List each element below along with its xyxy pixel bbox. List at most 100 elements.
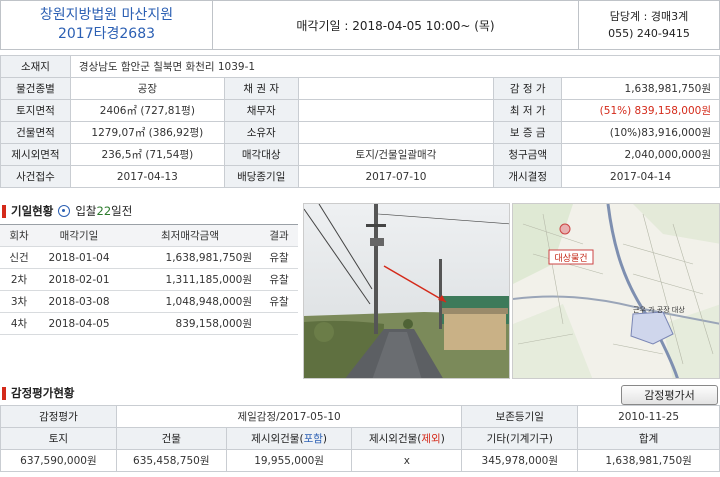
table-row: 2차 2018-02-01 1,311,185,000원 유찰 xyxy=(0,268,298,291)
court-name: 창원지방법원 마산지원 xyxy=(39,7,174,23)
min-price: 839,158,000원 xyxy=(120,312,260,335)
result: 유찰 xyxy=(260,268,298,291)
total-header: 합계 xyxy=(577,427,720,450)
land-area-value: 2406㎡ (727,81평) xyxy=(69,99,225,122)
excluded-mark: 제외 xyxy=(421,433,441,445)
round: 2차 xyxy=(0,268,38,291)
round: 신건 xyxy=(0,246,38,269)
start-value: 2017-04-14 xyxy=(561,165,720,188)
history-header: 매각기일 xyxy=(38,224,120,247)
excluded-prefix: 제시외건물( xyxy=(368,433,422,445)
appraisal-title: 감정평가현황 xyxy=(11,386,75,400)
owner-label: 소유자 xyxy=(223,121,299,144)
creditor-label: 채 권 자 xyxy=(223,77,299,100)
building-value: 635,458,750원 xyxy=(115,449,227,472)
type-value: 공장 xyxy=(69,77,225,100)
clock-icon xyxy=(58,205,71,217)
table-row: 3차 2018-03-08 1,048,948,000원 유찰 xyxy=(0,290,298,313)
owner-value xyxy=(297,121,495,144)
result xyxy=(260,312,298,335)
machinery-header: 기타(기계기구) xyxy=(461,427,579,450)
address-label: 소재지 xyxy=(0,55,71,78)
property-photo-image xyxy=(304,204,509,378)
date: 2018-03-08 xyxy=(38,290,120,313)
min-price: 1,311,185,000원 xyxy=(120,268,260,291)
case-number: 2017타경2683 xyxy=(57,26,156,42)
excluded-header: 제시외건물(제외) xyxy=(351,427,463,450)
type-label: 물건종별 xyxy=(0,77,71,100)
deposit-label: 보 증 금 xyxy=(493,121,563,144)
phone: 055) 240-9415 xyxy=(608,27,690,40)
building-header: 건물 xyxy=(115,427,227,450)
deadline-label: 배당종기일 xyxy=(223,165,299,188)
bid-prefix: 입찰 xyxy=(75,204,97,218)
round: 3차 xyxy=(0,290,38,313)
table-row: 4차 2018-04-05 839,158,000원 xyxy=(0,312,298,335)
appraiser-value: 제일감정/2017-05-10 xyxy=(115,405,463,428)
history-section-title: 기일현황 입찰22일전 xyxy=(2,203,132,219)
date: 2018-04-05 xyxy=(38,312,120,335)
land-header: 토지 xyxy=(0,427,117,450)
included-mark: 포함 xyxy=(303,433,323,445)
contact-block: 담당계 : 경매3계 055) 240-9415 xyxy=(579,1,719,49)
appraiser-label: 감정평가 xyxy=(0,405,117,428)
history-header: 결과 xyxy=(260,224,298,247)
filed-value: 2017-04-13 xyxy=(69,165,225,188)
history-header: 회차 xyxy=(0,224,38,247)
creditor-value xyxy=(297,77,495,100)
section-bar-icon xyxy=(2,386,6,400)
sale-target-label: 매각대상 xyxy=(223,143,299,166)
deadline-value: 2017-07-10 xyxy=(297,165,495,188)
appraisal-value: 1,638,981,750원 xyxy=(561,77,720,100)
land-value: 637,590,000원 xyxy=(0,449,117,472)
included-value: 19,955,000원 xyxy=(225,449,353,472)
min-price: 1,048,948,000원 xyxy=(120,290,260,313)
excluded-area-value: 236,5㎡ (71,54평) xyxy=(69,143,225,166)
deposit-value: (10%)83,916,000원 xyxy=(561,121,720,144)
map-area-label: 근우 가 공장 대상 xyxy=(633,305,685,314)
claim-value: 2,040,000,000원 xyxy=(561,143,720,166)
min-price-label: 최 저 가 xyxy=(493,99,563,122)
date: 2018-01-04 xyxy=(38,246,120,269)
location-map-image: 대상물건 근우 가 공장 대상 xyxy=(513,204,719,378)
map-target-label: 대상물건 xyxy=(554,253,587,264)
bid-countdown: 입찰22일전 xyxy=(75,203,132,219)
appraisal-label: 감 정 가 xyxy=(493,77,563,100)
section-bar-icon xyxy=(2,204,6,218)
included-header: 제시외건물(포함) xyxy=(225,427,353,450)
sale-target-value: 토지/건물일괄매각 xyxy=(297,143,495,166)
history-header: 최저매각금액 xyxy=(120,224,260,247)
history-table: 회차 매각기일 최저매각금액 결과 신건 2018-01-04 1,638,98… xyxy=(0,224,298,335)
appraisal-report-button[interactable]: 감정평가서 xyxy=(621,385,718,405)
bid-suffix: 일전 xyxy=(111,204,133,218)
appraisal-section-title: 감정평가현황 xyxy=(2,385,74,401)
building-area-label: 건물면적 xyxy=(0,121,71,144)
sale-date: 매각기일 : 2018-04-05 10:00~ (목) xyxy=(213,1,579,49)
min-price: 1,638,981,750원 xyxy=(120,246,260,269)
filed-label: 사건접수 xyxy=(0,165,71,188)
claim-label: 청구금액 xyxy=(493,143,563,166)
property-info-table: 소재지 경상남도 함안군 칠북면 화천리 1039-1 물건종별 공장 채 권 … xyxy=(0,55,720,188)
appraisal-table: 감정평가 제일감정/2017-05-10 보존등기일 2010-11-25 토지… xyxy=(0,405,720,472)
case-header: 창원지방법원 마산지원 2017타경2683 매각기일 : 2018-04-05… xyxy=(0,0,720,50)
registration-label: 보존등기일 xyxy=(461,405,579,428)
bid-days: 22 xyxy=(96,204,112,218)
included-close: ) xyxy=(322,433,327,445)
property-photo[interactable] xyxy=(303,203,510,379)
result: 유찰 xyxy=(260,290,298,313)
court-block: 창원지방법원 마산지원 2017타경2683 xyxy=(1,1,213,49)
excluded-close: ) xyxy=(440,433,445,445)
excluded-area-label: 제시외면적 xyxy=(0,143,71,166)
land-area-label: 토지면적 xyxy=(0,99,71,122)
department: 담당계 : 경매3계 xyxy=(609,10,689,23)
round: 4차 xyxy=(0,312,38,335)
date: 2018-02-01 xyxy=(38,268,120,291)
location-map[interactable]: 대상물건 근우 가 공장 대상 xyxy=(512,203,720,379)
table-row: 신건 2018-01-04 1,638,981,750원 유찰 xyxy=(0,246,298,269)
start-label: 개시결정 xyxy=(493,165,563,188)
debtor-value xyxy=(297,99,495,122)
excluded-value: x xyxy=(351,449,463,472)
result: 유찰 xyxy=(260,246,298,269)
registration-value: 2010-11-25 xyxy=(577,405,720,428)
history-title: 기일현황 xyxy=(11,204,54,218)
